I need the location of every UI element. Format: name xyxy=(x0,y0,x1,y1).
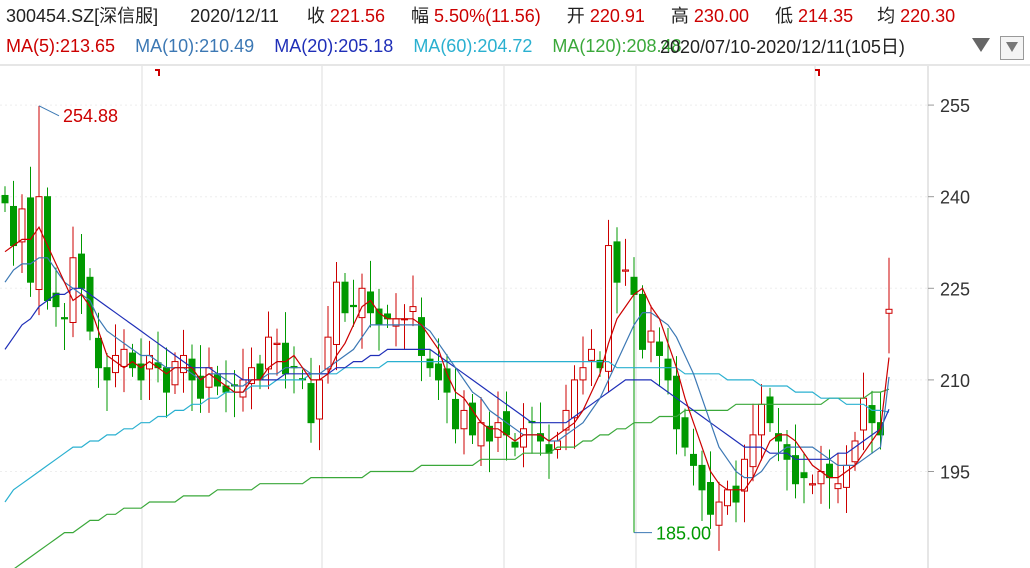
candle-body xyxy=(129,352,136,369)
max-annotation-line xyxy=(38,105,60,117)
candle-body xyxy=(664,358,672,381)
candle-body xyxy=(681,417,689,448)
candlestick-chart[interactable]: 255 240 225 210 195 254.88 185.00 xyxy=(0,0,1030,568)
y-tick-label-2: 225 xyxy=(940,279,970,299)
candle-body xyxy=(571,379,578,419)
candle-body xyxy=(18,208,26,243)
candle-body xyxy=(588,348,595,361)
candle-body xyxy=(715,501,723,526)
candle-body xyxy=(35,196,43,291)
candle-body xyxy=(426,358,434,369)
candle-body xyxy=(860,397,867,431)
candle-body xyxy=(477,422,485,447)
candle-body xyxy=(120,348,128,367)
candle-body xyxy=(460,409,468,430)
candle-body xyxy=(834,483,842,490)
candle-body xyxy=(613,241,621,283)
min-annotation-label: 185.00 xyxy=(656,524,711,544)
candle-body xyxy=(707,482,714,515)
candle-body xyxy=(673,375,680,430)
candle-body xyxy=(622,269,629,272)
candle-body xyxy=(647,330,655,343)
candle-body xyxy=(95,337,102,369)
candle-body xyxy=(698,464,706,491)
candle-body xyxy=(358,287,366,319)
candle-body xyxy=(435,363,442,381)
candle-body xyxy=(78,253,85,289)
candle-body xyxy=(44,196,51,302)
candle-body xyxy=(800,472,808,479)
candle-body xyxy=(656,341,663,356)
candle-body xyxy=(265,336,272,370)
candle-body xyxy=(324,336,332,370)
candle-body xyxy=(103,367,111,381)
event-marker-0 xyxy=(155,69,160,76)
candle-body xyxy=(171,361,179,386)
candle-body xyxy=(316,379,323,420)
candle-body xyxy=(163,367,170,393)
candle-body xyxy=(579,367,587,381)
candle-body xyxy=(205,367,213,388)
candle-body xyxy=(809,483,816,486)
candle-body xyxy=(188,358,196,381)
candle-body xyxy=(724,489,731,507)
candle-body xyxy=(868,405,876,424)
candle-body xyxy=(843,464,850,488)
candle-body xyxy=(61,317,68,320)
candle-body xyxy=(690,453,697,466)
candle-body xyxy=(10,205,17,247)
y-tick-label-4: 195 xyxy=(940,463,970,483)
max-annotation-label: 254.88 xyxy=(63,106,118,126)
y-tick-label-3: 210 xyxy=(940,371,970,391)
candle-body xyxy=(639,293,646,350)
candle-body xyxy=(732,485,740,503)
candle-body xyxy=(749,434,757,468)
candle-body xyxy=(758,403,765,436)
event-marker-1 xyxy=(815,69,820,76)
candle-body xyxy=(27,197,34,283)
candle-body xyxy=(630,276,638,295)
y-tick-label-1: 240 xyxy=(940,188,970,208)
candle-body xyxy=(333,281,340,345)
candle-body xyxy=(180,354,187,374)
candle-body xyxy=(885,308,893,314)
candle-body xyxy=(1,194,9,204)
candle-body xyxy=(307,383,315,424)
candle-body xyxy=(766,396,774,424)
candle-body xyxy=(511,441,519,448)
candle-body xyxy=(273,342,281,345)
candle-body xyxy=(520,428,527,448)
y-tick-label-0: 255 xyxy=(940,96,970,116)
candle-body xyxy=(112,354,119,374)
candle-body xyxy=(375,308,383,326)
candle-body xyxy=(341,281,349,314)
candle-body xyxy=(851,440,859,463)
candle-body xyxy=(452,398,459,430)
candle-body xyxy=(350,304,357,308)
candle-body xyxy=(409,306,417,313)
